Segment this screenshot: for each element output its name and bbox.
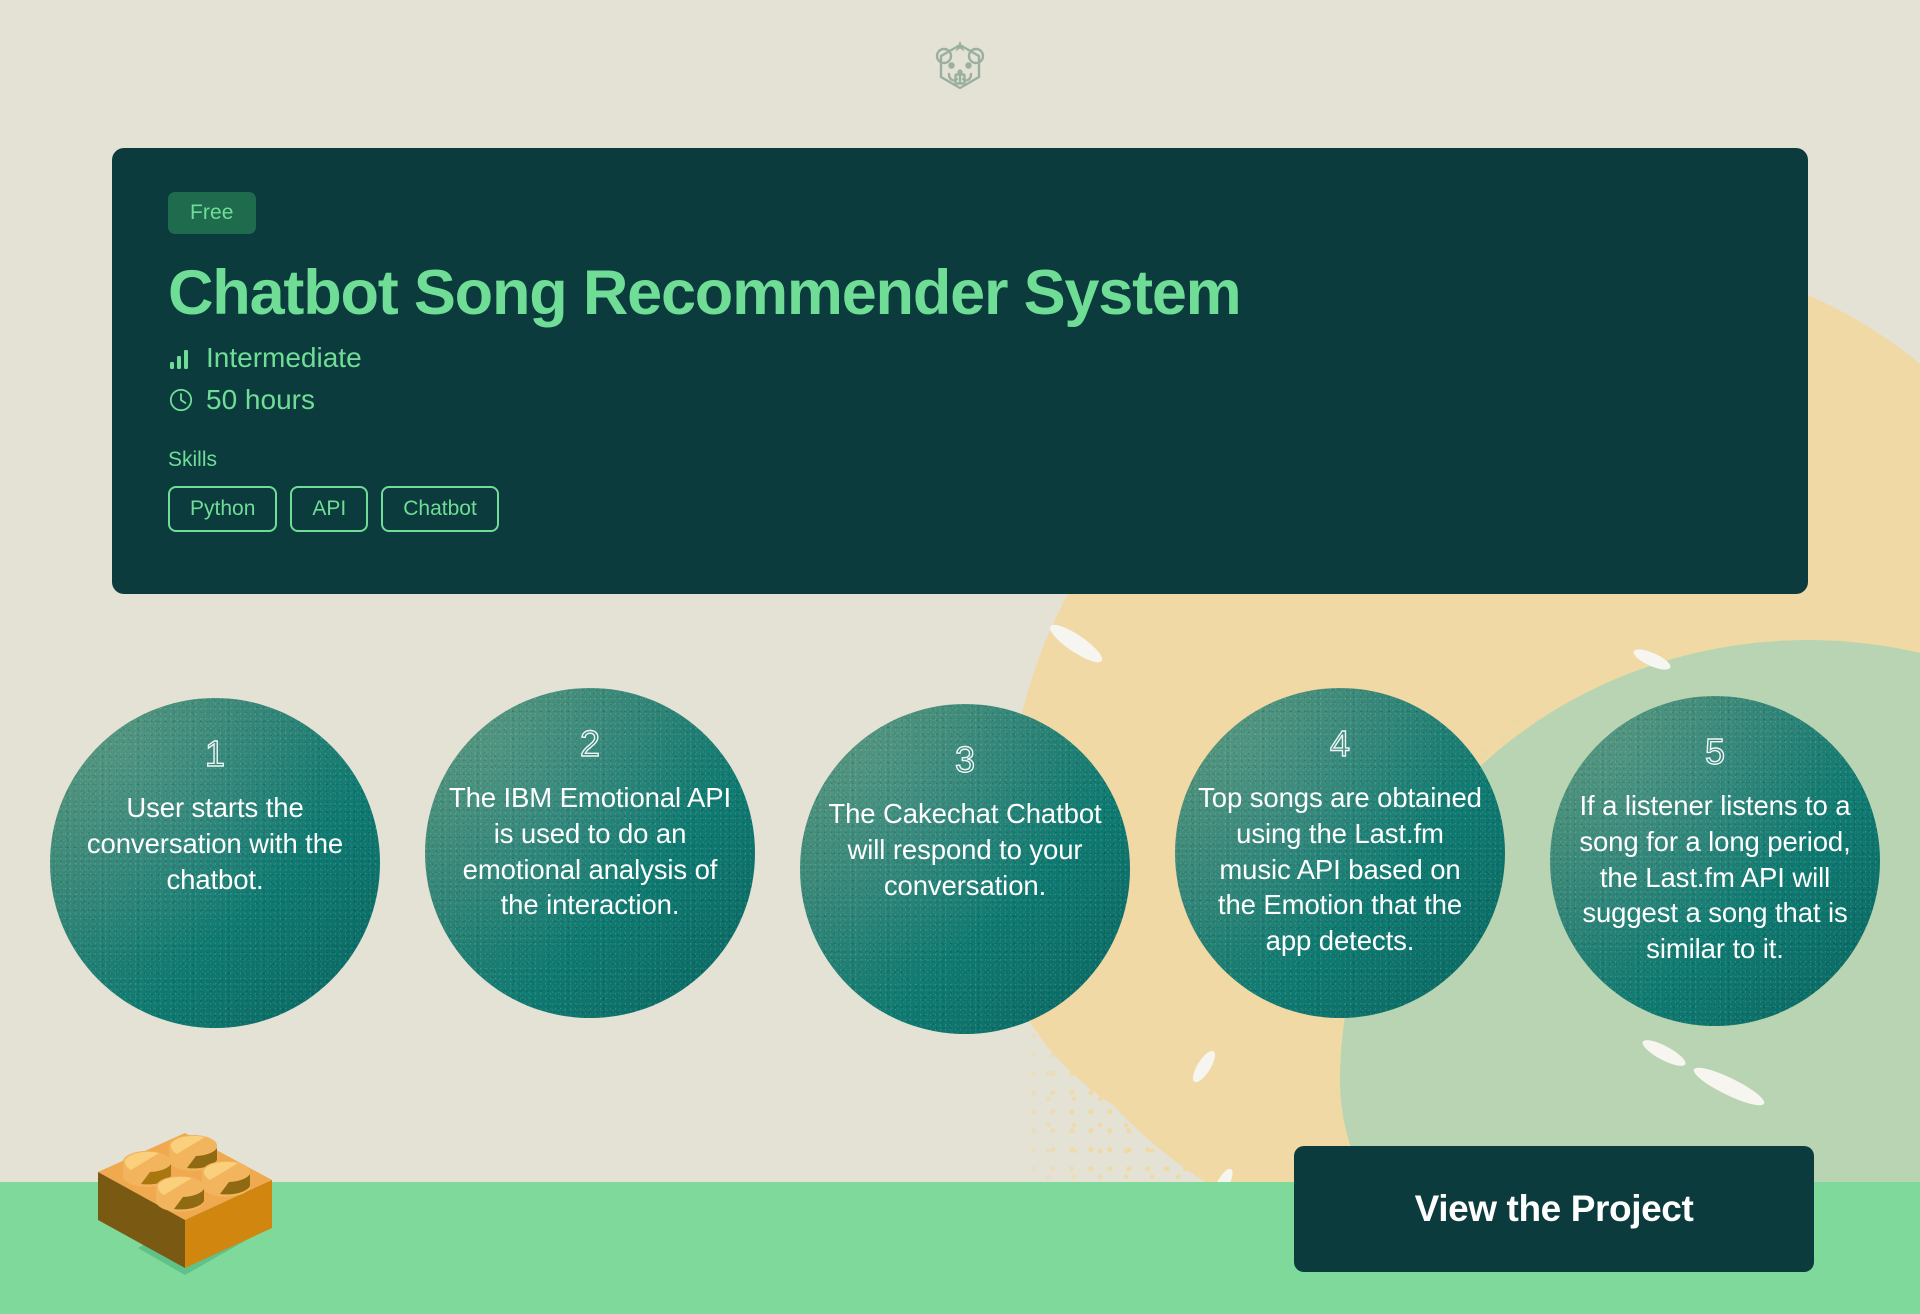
view-the-project-button[interactable]: View the Project — [1294, 1146, 1814, 1272]
confetti-dash — [1045, 619, 1107, 668]
step-number: 4 — [1329, 723, 1351, 764]
confetti-dash — [1639, 1035, 1689, 1071]
step-text: User starts the conversation with the ch… — [86, 792, 344, 895]
skills-heading: Skills — [168, 448, 218, 472]
confetti-dash — [1631, 645, 1673, 674]
bar-chart-icon — [168, 345, 194, 371]
step-text: Top songs are obtained using the Last.fm… — [1198, 782, 1482, 956]
step-number: 5 — [1704, 731, 1726, 772]
step-number: 2 — [579, 723, 601, 764]
page-title: Chatbot Song Recommender System — [168, 258, 1242, 328]
confetti-dash — [1188, 1047, 1220, 1086]
skill-chip-api[interactable]: API — [290, 486, 369, 533]
project-hero-card: Free Chatbot Song Recommender System Int… — [112, 148, 1808, 594]
skill-chip-python[interactable]: Python — [168, 486, 278, 533]
step-number: 1 — [204, 733, 226, 774]
step-circle-5: 5 If a listener listens to a song for a … — [1550, 696, 1880, 1026]
clock-icon — [168, 387, 194, 413]
price-badge: Free — [168, 192, 256, 234]
skills-chip-list: Python API Chatbot — [168, 486, 1752, 533]
step-text: If a listener listens to a song for a lo… — [1579, 790, 1851, 964]
step-circle-4: 4 Top songs are obtained using the Last.… — [1175, 688, 1505, 1018]
confetti-dash — [1209, 1166, 1237, 1202]
page-root: Free Chatbot Song Recommender System Int… — [0, 0, 1920, 1314]
duration-meta: 50 hours — [168, 384, 1752, 416]
step-number: 3 — [954, 739, 976, 780]
difficulty-label: Intermediate — [206, 342, 362, 374]
step-text: The IBM Emotional API is used to do an e… — [448, 782, 732, 921]
step-circle-3: 3 The Cakechat Chatbot will respond to y… — [800, 704, 1130, 1034]
duration-label: 50 hours — [206, 384, 315, 416]
skill-chip-chatbot[interactable]: Chatbot — [381, 486, 499, 533]
difficulty-meta: Intermediate — [168, 342, 1752, 374]
workflow-steps: 1 User starts the conversation with the … — [50, 688, 1880, 1034]
step-text: The Cakechat Chatbot will respond to you… — [828, 798, 1102, 901]
lego-brick-icon — [90, 1120, 280, 1295]
step-circle-2: 2 The IBM Emotional API is used to do an… — [425, 688, 755, 1018]
step-circle-1: 1 User starts the conversation with the … — [50, 698, 380, 1028]
beaver-mascot-logo-icon — [924, 32, 996, 104]
confetti-dash — [1690, 1061, 1768, 1112]
